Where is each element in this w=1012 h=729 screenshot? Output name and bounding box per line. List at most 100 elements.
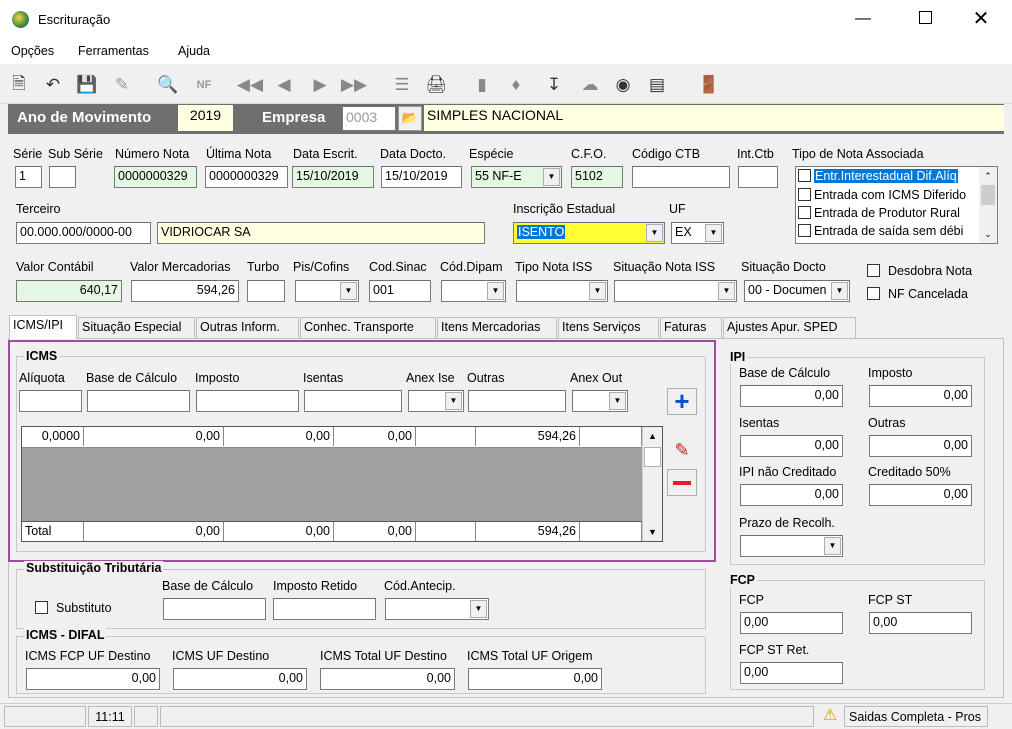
maximize-icon[interactable] xyxy=(910,8,940,30)
desdobra-checkbox[interactable] xyxy=(867,264,880,277)
situacao-docto-select[interactable]: 00 - Documen ▼ xyxy=(744,280,850,302)
calculator-icon[interactable]: 🖨 xyxy=(424,72,448,98)
empresa-code-field[interactable]: 0003 xyxy=(342,106,396,131)
pis-cofins-select[interactable]: ▼ xyxy=(295,280,359,302)
chevron-up-icon[interactable]: ⌃ xyxy=(979,167,997,185)
int-ctb-field[interactable] xyxy=(738,166,778,188)
fcp-st-field[interactable]: 0,00 xyxy=(869,612,972,634)
tab-itens-mercadorias[interactable]: Itens Mercadorias xyxy=(437,317,557,338)
uf-select[interactable]: EX ▼ xyxy=(671,222,724,244)
tipo-nota-associada-list[interactable]: Entr.Interestadual Dif.Alíq Entrada com … xyxy=(795,166,998,244)
fcp-field[interactable]: 0,00 xyxy=(740,612,843,634)
table-row[interactable]: 0,0000 0,00 0,00 0,00 594,26 xyxy=(22,427,642,448)
st-base-field[interactable] xyxy=(163,598,266,620)
tab-situacao-especial[interactable]: Situação Especial xyxy=(78,317,195,338)
substituto-checkbox[interactable] xyxy=(35,601,48,614)
ipi-nao-cred-field[interactable]: 0,00 xyxy=(740,484,843,506)
save-icon[interactable]: 💾 xyxy=(76,72,98,98)
st-cod-select[interactable]: ▼ xyxy=(385,598,489,620)
terceiro-cnpj-field[interactable]: 00.000.000/0000-00 xyxy=(16,222,151,244)
difal-field-2[interactable]: 0,00 xyxy=(173,668,307,690)
menu-ajuda[interactable]: Ajuda xyxy=(178,44,210,58)
puzzle-icon[interactable]: ♦ xyxy=(504,72,528,98)
valor-contabil-field[interactable]: 640,17 xyxy=(16,280,122,302)
download-icon[interactable]: ↧ xyxy=(542,72,566,98)
list-item[interactable]: Entrada de saída sem débi xyxy=(798,224,978,241)
tipo-nota-iss-select[interactable]: ▼ xyxy=(516,280,608,302)
remove-button[interactable] xyxy=(667,469,697,496)
exit-icon[interactable]: 🚪 xyxy=(696,72,722,98)
anex-ise-select[interactable]: ▼ xyxy=(408,390,464,412)
scroll-down-icon[interactable]: ▼ xyxy=(643,523,662,541)
list-item[interactable]: Entrada de Produtor Rural xyxy=(798,206,978,223)
nf-cancelada-checkbox[interactable] xyxy=(867,287,880,300)
menu-opcoes[interactable]: Opções xyxy=(11,44,54,58)
report-icon[interactable]: ▤ xyxy=(644,72,670,98)
undo-icon[interactable]: ↶ xyxy=(42,72,64,98)
outras-field[interactable] xyxy=(468,390,566,412)
list-scrollbar[interactable]: ⌃ ⌄ xyxy=(979,167,997,243)
situacao-nota-iss-select[interactable]: ▼ xyxy=(614,280,737,302)
difal-field-1[interactable]: 0,00 xyxy=(26,668,160,690)
list-item[interactable]: Entr.Interestadual Dif.Alíq xyxy=(798,169,978,186)
numero-nota-field[interactable]: 0000000329 xyxy=(114,166,197,188)
data-escrit-field[interactable]: 15/10/2019 xyxy=(292,166,374,188)
menu-ferramentas[interactable]: Ferramentas xyxy=(78,44,149,58)
ipi-prazo-select[interactable]: ▼ xyxy=(740,535,843,557)
base-calculo-field[interactable] xyxy=(87,390,190,412)
inscricao-select[interactable]: ISENTO ▼ xyxy=(513,222,665,244)
tab-ajustes-apur-sped[interactable]: Ajustes Apur. SPED xyxy=(723,317,856,338)
ipi-outras-field[interactable]: 0,00 xyxy=(869,435,972,457)
turbo-field[interactable] xyxy=(247,280,285,302)
difal-field-4[interactable]: 0,00 xyxy=(468,668,602,690)
print-preview-icon[interactable]: 🔍 xyxy=(156,72,180,98)
serie-field[interactable]: 1 xyxy=(15,166,42,188)
nfe-icon[interactable]: NF xyxy=(190,72,218,98)
new-document-icon[interactable]: 🗎 xyxy=(8,72,30,98)
ano-field[interactable]: 2019 xyxy=(178,105,233,131)
minimize-icon[interactable]: — xyxy=(848,10,878,30)
especie-select[interactable]: 55 NF-E ▼ xyxy=(471,166,562,188)
edit-button[interactable]: ✎ xyxy=(667,440,697,467)
isentas-field[interactable] xyxy=(304,390,402,412)
imposto-field[interactable] xyxy=(196,390,299,412)
chevron-down-icon[interactable]: ⌄ xyxy=(979,225,997,243)
sub-serie-field[interactable] xyxy=(49,166,76,188)
difal-field-3[interactable]: 0,00 xyxy=(320,668,455,690)
book-icon[interactable]: ▮ xyxy=(470,72,494,98)
last-record-icon[interactable]: ▶▶ xyxy=(338,72,370,98)
icms-grid[interactable]: 0,0000 0,00 0,00 0,00 594,26 Total 0,00 … xyxy=(21,426,663,542)
data-docto-field[interactable]: 15/10/2019 xyxy=(381,166,462,188)
list-item[interactable]: Entrada com ICMS Diferido xyxy=(798,188,978,205)
next-record-icon[interactable]: ▶ xyxy=(308,72,332,98)
tree-icon[interactable]: ☰ xyxy=(390,72,414,98)
terceiro-nome-field[interactable]: VIDRIOCAR SA xyxy=(157,222,485,244)
ipi-isentas-field[interactable]: 0,00 xyxy=(740,435,843,457)
tab-outras-inform[interactable]: Outras Inform. xyxy=(196,317,299,338)
add-button[interactable]: + xyxy=(667,388,697,415)
valor-mercadorias-field[interactable]: 594,26 xyxy=(131,280,239,302)
cloud-icon[interactable]: ☁ xyxy=(578,72,602,98)
anex-out-select[interactable]: ▼ xyxy=(572,390,628,412)
folder-icon[interactable]: 📂 xyxy=(398,106,422,131)
cib-icon[interactable]: ◉ xyxy=(610,72,636,98)
scroll-up-icon[interactable]: ▲ xyxy=(643,427,662,445)
delete-icon[interactable]: ✎ xyxy=(108,72,136,98)
prev-record-icon[interactable]: ◀ xyxy=(272,72,296,98)
ipi-cred50-field[interactable]: 0,00 xyxy=(869,484,972,506)
cfo-field[interactable]: 5102 xyxy=(571,166,623,188)
codigo-ctb-field[interactable] xyxy=(632,166,730,188)
grid-scrollbar[interactable]: ▲ ▼ xyxy=(642,427,662,541)
ipi-imposto-field[interactable]: 0,00 xyxy=(869,385,972,407)
cod-dipam-select[interactable]: ▼ xyxy=(441,280,506,302)
tab-faturas[interactable]: Faturas xyxy=(660,317,722,338)
cod-sinac-field[interactable]: 001 xyxy=(369,280,431,302)
tab-icms-ipi[interactable]: ICMS/IPI xyxy=(9,315,77,339)
ipi-base-field[interactable]: 0,00 xyxy=(740,385,843,407)
tab-itens-servicos[interactable]: Itens Serviços xyxy=(558,317,659,338)
first-record-icon[interactable]: ◀◀ xyxy=(234,72,266,98)
close-icon[interactable]: ✕ xyxy=(966,6,996,30)
st-retido-field[interactable] xyxy=(273,598,376,620)
fcp-st-ret-field[interactable]: 0,00 xyxy=(740,662,843,684)
aliquota-field[interactable] xyxy=(19,390,82,412)
